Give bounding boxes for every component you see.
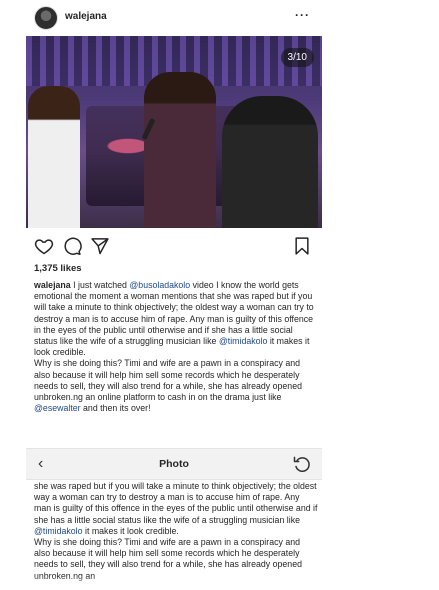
photo-viewer-caption: she was raped but if you will take a min…	[34, 481, 318, 582]
likes-count[interactable]: 1,375 likes	[34, 263, 82, 274]
mention-link[interactable]: @esewalter	[34, 403, 81, 413]
refresh-icon[interactable]	[292, 454, 312, 474]
viewer-text: it makes it look credible.	[82, 525, 179, 536]
text-fade	[26, 576, 322, 590]
caption-text: and then its over!	[80, 403, 151, 414]
more-options-icon[interactable]: ···	[295, 8, 310, 22]
person-center-speaker	[144, 72, 216, 228]
post-actions-bar	[26, 232, 322, 260]
viewer-text: she was raped but if you will take a min…	[34, 481, 318, 525]
photo-viewer-header: ‹ Photo	[26, 448, 322, 480]
caption-text: I just watched	[70, 280, 130, 290]
post-username[interactable]: walejana	[65, 11, 107, 22]
caption-text: Why is she doing this? Timi and wife are…	[34, 358, 302, 403]
viewer-title: Photo	[159, 458, 189, 470]
save-icon[interactable]	[292, 236, 312, 256]
caption-username[interactable]: walejana	[34, 280, 71, 290]
viewer-text: Why is she doing this? Timi and wife are…	[34, 537, 302, 581]
like-icon[interactable]	[34, 236, 54, 256]
mention-link[interactable]: @timidakolo	[34, 526, 83, 536]
mention-link[interactable]: @busoladakolo	[129, 280, 190, 290]
post-caption: walejana I just watched @busoladakolo vi…	[34, 280, 318, 414]
photo-counter-badge: 3/10	[280, 48, 314, 67]
person-left	[28, 86, 80, 228]
comment-icon[interactable]	[62, 236, 82, 256]
instagram-post-screen: walejana ··· 3/10 1,375 likes walejana I…	[26, 0, 322, 590]
avatar[interactable]	[34, 6, 58, 30]
post-header: walejana ···	[26, 0, 322, 36]
post-photo[interactable]: 3/10	[26, 36, 322, 228]
person-right	[222, 96, 318, 228]
share-icon[interactable]	[90, 236, 110, 256]
mention-link[interactable]: @timidakolo	[219, 336, 268, 346]
